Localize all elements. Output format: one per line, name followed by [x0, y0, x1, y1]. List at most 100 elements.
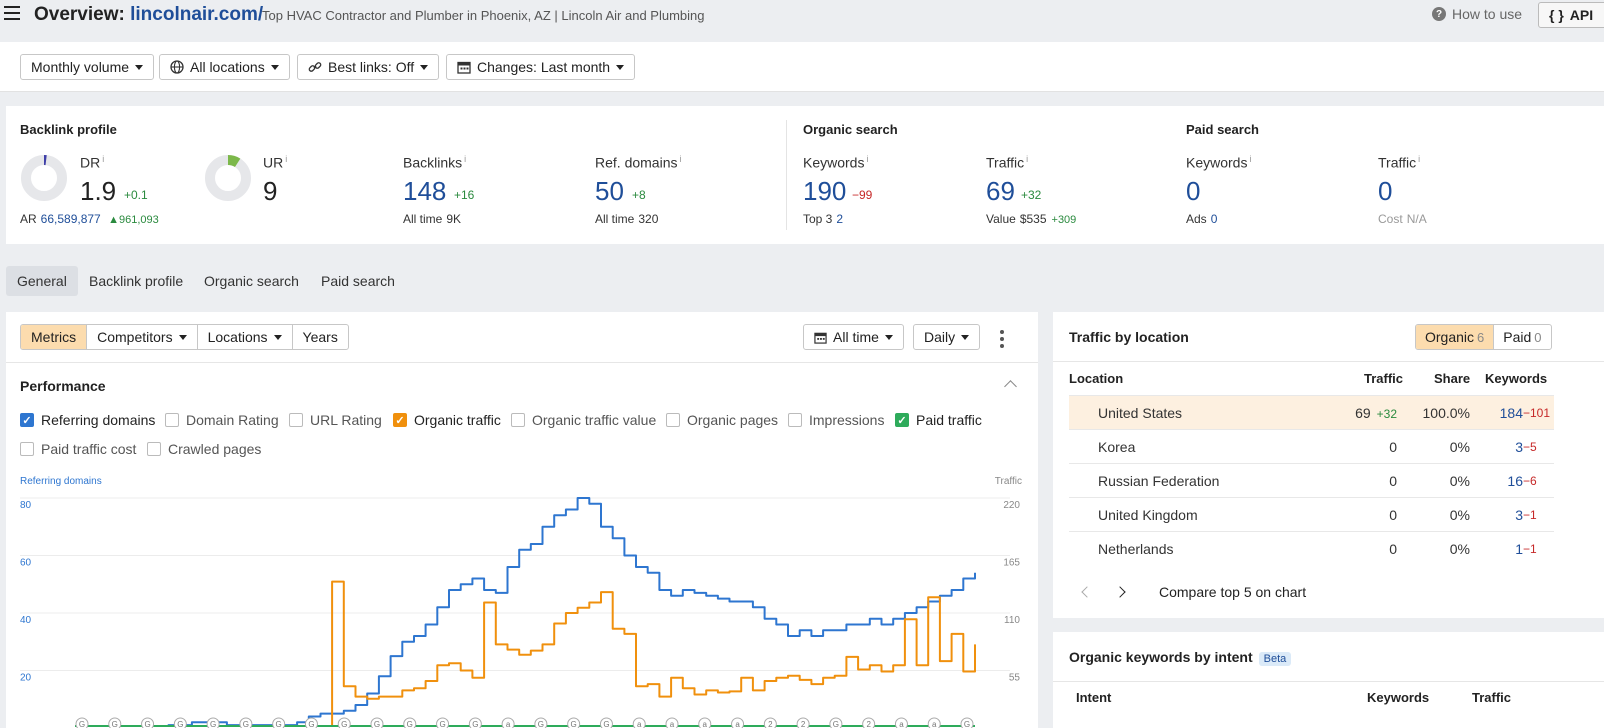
annotation-marker-label: a — [735, 720, 740, 728]
table-row[interactable]: United States 69 +32 100.0% 184 −101 — [1069, 395, 1554, 429]
api-label: API — [1569, 7, 1594, 23]
annotation-marker-label: 2 — [768, 720, 773, 728]
check-icon: ✓ — [20, 413, 34, 427]
checkbox-url-rating[interactable]: URL Rating — [289, 412, 382, 428]
divider — [1053, 681, 1604, 682]
annotation-marker-label: G — [79, 720, 85, 728]
organic-traffic-value[interactable]: 69 — [986, 176, 1015, 207]
column-intent[interactable]: Intent — [1076, 690, 1111, 705]
annotation-marker-label: a — [670, 720, 675, 728]
ur-ring — [205, 155, 251, 201]
annotation-marker-label: G — [308, 720, 314, 728]
organic-keywords-delta: −99 — [852, 188, 873, 202]
all-time-dropdown[interactable]: All time — [803, 324, 904, 350]
tab-general[interactable]: General — [6, 266, 78, 296]
daily-label: Daily — [924, 329, 956, 345]
right-axis-title: Traffic — [994, 476, 1022, 487]
ref-domains-label: Ref. domains i — [595, 154, 682, 171]
prev-page-icon[interactable] — [1081, 586, 1093, 598]
column-keywords[interactable]: Keywords — [1367, 690, 1429, 705]
view-segmented-control: Metrics Competitors Locations Years — [20, 324, 349, 350]
compare-top5-link[interactable]: Compare top 5 on chart — [1159, 584, 1306, 600]
annotation-marker-label: G — [374, 720, 380, 728]
performance-panel: Metrics Competitors Locations Years All … — [6, 312, 1038, 728]
column-keywords[interactable]: Keywords — [1485, 371, 1547, 386]
backlinks-delta: +16 — [454, 188, 475, 202]
traffic-by-location-panel: Traffic by location Organic 6 Paid 0 Locat… — [1053, 312, 1604, 618]
check-icon: ✓ — [895, 413, 909, 427]
backlink-profile-title: Backlink profile — [20, 122, 117, 137]
annotation-marker-label: a — [506, 720, 511, 728]
ref-domains-all-time: All time 320 — [595, 212, 659, 226]
backlinks-label: Backlinks i — [403, 154, 467, 171]
segment-locations[interactable]: Locations — [198, 325, 293, 349]
backlinks-value[interactable]: 148 — [403, 176, 446, 207]
segment-competitors[interactable]: Competitors — [87, 325, 198, 349]
checkbox-paid-traffic[interactable]: ✓ Paid traffic — [895, 412, 982, 428]
how-to-use-link[interactable]: ? How to use — [1432, 6, 1522, 22]
checkbox-domain-rating[interactable]: Domain Rating — [165, 412, 279, 428]
info-icon: i — [866, 154, 869, 164]
organic-keywords-value[interactable]: 190 — [803, 176, 846, 207]
annotation-marker-label: G — [964, 720, 970, 728]
column-share[interactable]: Share — [1434, 371, 1470, 386]
toggle-paid[interactable]: Paid 0 — [1494, 325, 1550, 349]
ur-value: 9 — [263, 176, 278, 206]
organic-traffic-label: Traffic i — [986, 154, 1029, 171]
checkbox-referring-domains[interactable]: ✓ Referring domains — [20, 412, 155, 428]
globe-icon — [170, 60, 184, 74]
organic-search-title: Organic search — [803, 122, 898, 137]
table-row[interactable]: Netherlands 0 0% 1 −1 — [1069, 531, 1554, 565]
table-row[interactable]: Korea 0 0% 3 −5 — [1069, 429, 1554, 463]
title-domain[interactable]: lincolnair.com/ — [130, 4, 263, 25]
paid-search-title: Paid search — [1186, 122, 1259, 137]
next-page-icon[interactable] — [1114, 586, 1126, 598]
more-options-icon[interactable] — [1000, 330, 1004, 348]
all-time-label: All time — [833, 329, 879, 345]
annotation-marker-label: a — [899, 720, 904, 728]
tab-backlink-profile[interactable]: Backlink profile — [78, 266, 194, 296]
checkbox-impressions[interactable]: Impressions — [788, 412, 884, 428]
segment-metrics[interactable]: Metrics — [21, 325, 88, 349]
tab-organic-search[interactable]: Organic search — [193, 266, 310, 296]
checkbox-crawled-pages[interactable]: Crawled pages — [147, 441, 261, 457]
segment-years[interactable]: Years — [293, 325, 348, 349]
locations-dropdown[interactable]: All locations — [159, 54, 290, 80]
right-tick-label: 165 — [1003, 558, 1020, 569]
best-links-dropdown[interactable]: Best links: Off — [297, 54, 440, 80]
ref-domains-value[interactable]: 50 — [595, 176, 624, 207]
ar-label: AR — [20, 212, 37, 226]
tab-paid-search[interactable]: Paid search — [310, 266, 406, 296]
table-row[interactable]: United Kingdom 0 0% 3 −1 — [1069, 497, 1554, 531]
column-location[interactable]: Location — [1069, 371, 1123, 386]
checkbox-paid-traffic-cost[interactable]: Paid traffic cost — [20, 441, 136, 457]
api-button[interactable]: { } API — [1538, 2, 1604, 28]
paid-traffic-value[interactable]: 0 — [1378, 176, 1392, 207]
ads-row: Ads 0 — [1186, 212, 1218, 226]
paid-keywords-value[interactable]: 0 — [1186, 176, 1200, 207]
keywords-by-intent-title: Organic keywords by intent Beta — [1069, 649, 1292, 666]
checkbox-organic-traffic[interactable]: ✓ Organic traffic — [393, 412, 501, 428]
page-title: Overview: lincolnair.com/ — [34, 4, 263, 26]
toggle-organic[interactable]: Organic 6 — [1416, 325, 1495, 349]
chevron-up-icon[interactable] — [1004, 380, 1017, 393]
caret-down-icon — [270, 64, 279, 70]
paid-keywords-label: Keywords i — [1186, 154, 1252, 171]
column-traffic[interactable]: Traffic — [1364, 371, 1403, 386]
column-traffic[interactable]: Traffic — [1472, 690, 1511, 705]
table-row[interactable]: Russian Federation 0 0% 16 −6 — [1069, 463, 1554, 497]
left-tick-label: 40 — [20, 615, 32, 626]
right-tick-label: 55 — [1009, 673, 1021, 684]
daily-dropdown[interactable]: Daily — [913, 324, 981, 350]
performance-chart[interactable]: 80 220 60 165 40 110 20 55 G G G G G G G G G G G G Ga G G Ga a a a… — [20, 492, 1024, 728]
checkbox-organic-pages[interactable]: Organic pages — [666, 412, 778, 428]
monthly-volume-label: Monthly volume — [31, 59, 130, 75]
locations-label: All locations — [190, 59, 265, 75]
calendar-icon — [457, 61, 471, 74]
checkbox-organic-traffic-value[interactable]: Organic traffic value — [511, 412, 656, 428]
menu-icon[interactable] — [4, 6, 20, 20]
monthly-volume-dropdown[interactable]: Monthly volume — [20, 54, 155, 80]
link-icon — [308, 62, 322, 72]
annotation-marker-label: G — [276, 720, 282, 728]
changes-dropdown[interactable]: Changes: Last month — [446, 54, 636, 80]
